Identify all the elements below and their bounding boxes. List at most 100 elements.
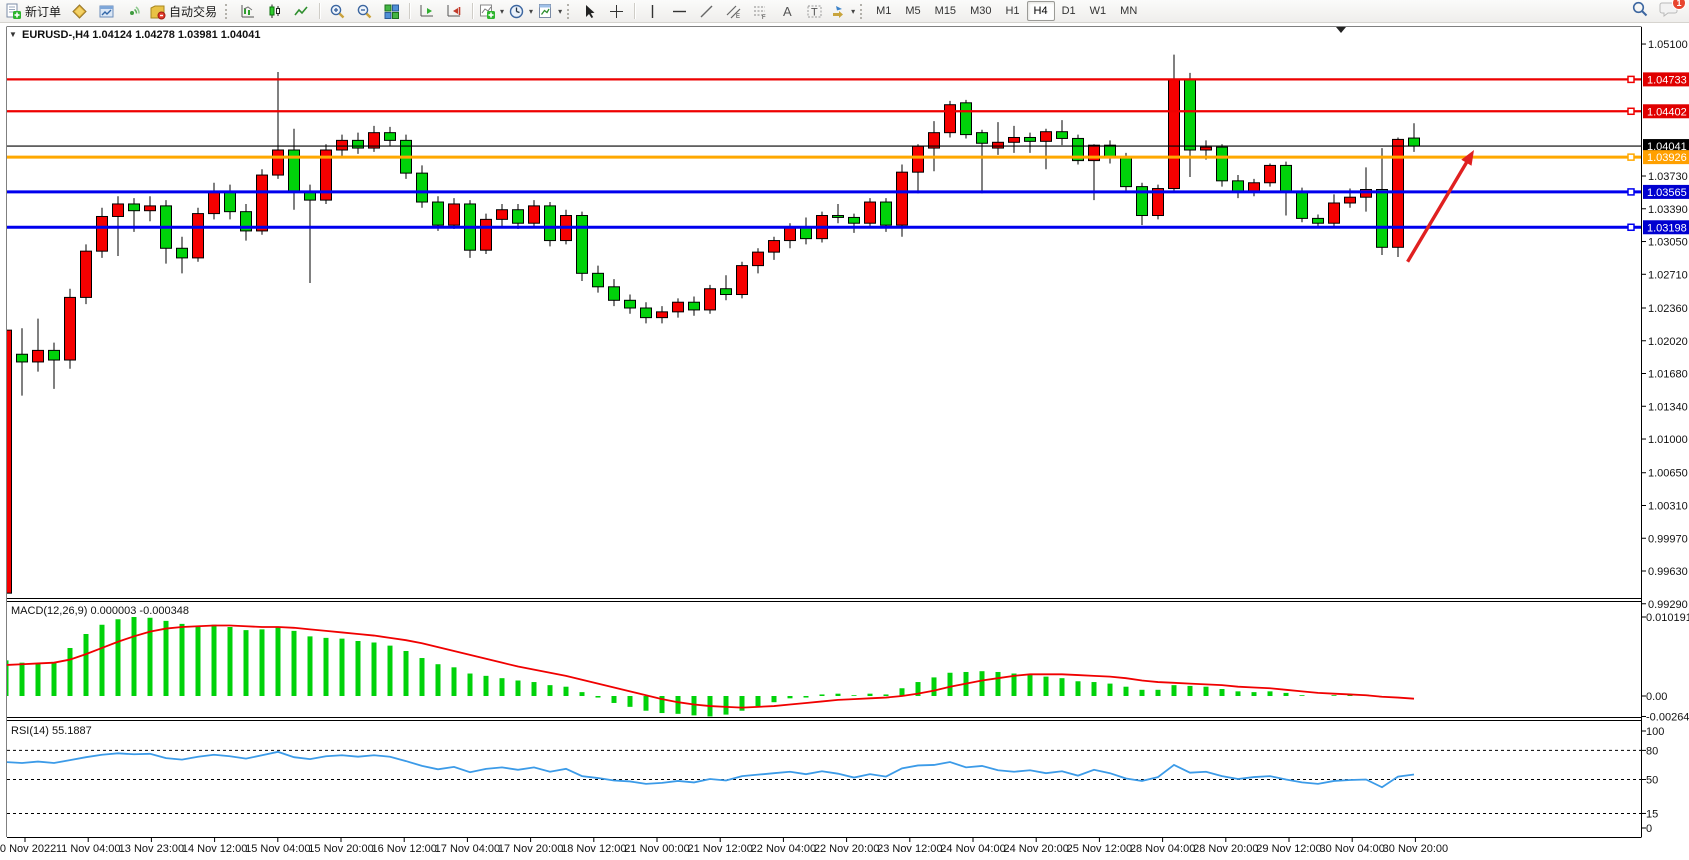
svg-text:11 Nov 04:00: 11 Nov 04:00 [56, 843, 121, 855]
toolbar-grip [567, 4, 571, 19]
candle-body [945, 105, 956, 133]
line-handle[interactable] [1628, 76, 1634, 82]
candle-body [545, 206, 556, 241]
svg-text:1.00650: 1.00650 [1648, 468, 1688, 480]
timeframe-h4[interactable]: H4 [1027, 1, 1055, 21]
candle-body [81, 251, 92, 297]
navigator-icon [98, 3, 115, 20]
notifications-button[interactable]: 1 [1659, 0, 1679, 23]
svg-text:1.03565: 1.03565 [1647, 187, 1687, 199]
candle-body [1217, 147, 1228, 181]
timeframe-m15[interactable]: M15 [928, 1, 963, 21]
auto-scroll-button[interactable] [414, 1, 441, 21]
candle-body [977, 133, 988, 144]
svg-text:13 Nov 23:00: 13 Nov 23:00 [119, 843, 184, 855]
timeframe-d1[interactable]: D1 [1055, 1, 1083, 21]
svg-text:1.03926: 1.03926 [1647, 152, 1687, 164]
trendline-icon [698, 3, 715, 20]
candlestick-chart-icon [266, 3, 283, 20]
svg-text:30 Nov 20:00: 30 Nov 20:00 [1383, 843, 1448, 855]
new-order-button[interactable]: 新订单 [3, 1, 66, 21]
timeframe-m5[interactable]: M5 [898, 1, 927, 21]
candle-body [1201, 147, 1212, 150]
arrows-tool-button[interactable]: ▾ [828, 1, 857, 21]
autotrading-button[interactable]: 自动交易 [147, 1, 222, 21]
svg-text:1.03198: 1.03198 [1647, 222, 1687, 234]
search-icon[interactable] [1631, 0, 1649, 23]
chart-shift-button[interactable] [441, 1, 468, 21]
toolbar-grip [860, 4, 864, 19]
text-label-tool-button[interactable]: T [801, 1, 828, 21]
candle-body [577, 216, 588, 274]
symbol-ohlc-label: EURUSD-,H4 1.04124 1.04278 1.03981 1.040… [22, 29, 261, 41]
candle-body [417, 173, 428, 202]
candle-body [721, 289, 732, 295]
indicators-button[interactable]: ▾ [477, 1, 506, 21]
line-handle[interactable] [1628, 224, 1634, 230]
equidistant-channel-tool-button[interactable]: E [720, 1, 747, 21]
crosshair-tool-button[interactable] [603, 1, 630, 21]
candle-body [129, 204, 140, 211]
signal-button[interactable] [120, 1, 147, 21]
zoom-out-button[interactable] [351, 1, 378, 21]
market-watch-button[interactable] [66, 1, 93, 21]
svg-text:E: E [736, 14, 740, 20]
zoom-in-button[interactable] [324, 1, 351, 21]
svg-text:80: 80 [1646, 745, 1658, 757]
line-chart-button[interactable] [288, 1, 315, 21]
timeframe-m30[interactable]: M30 [963, 1, 998, 21]
svg-text:17 Nov 20:00: 17 Nov 20:00 [498, 843, 563, 855]
periods-button[interactable]: ▾ [506, 1, 535, 21]
chart-window[interactable]: ▼ EURUSD-,H4 1.04124 1.04278 1.03981 1.04… [0, 23, 1689, 860]
vertical-line-tool-button[interactable] [639, 1, 666, 21]
candle-body [497, 210, 508, 220]
candle-body [657, 312, 668, 318]
line-handle[interactable] [1628, 108, 1634, 114]
timeframe-w1[interactable]: W1 [1083, 1, 1114, 21]
candle-body [1265, 165, 1276, 182]
rsi-label: RSI(14) 55.1887 [11, 725, 92, 737]
bar-chart-button[interactable] [234, 1, 261, 21]
chart-title: ▼ EURUSD-,H4 1.04124 1.04278 1.03981 1.04… [9, 29, 261, 41]
timeframe-h1[interactable]: H1 [998, 1, 1026, 21]
svg-text:0.99290: 0.99290 [1648, 599, 1688, 611]
candle-body [993, 142, 1004, 148]
cursor-tool-button[interactable] [576, 1, 603, 21]
horizontal-line-icon [671, 3, 688, 20]
candle-body [273, 150, 284, 175]
navigator-button[interactable] [93, 1, 120, 21]
horizontal-line-tool-button[interactable] [666, 1, 693, 21]
candle-body [737, 266, 748, 295]
svg-text:1.05100: 1.05100 [1648, 39, 1688, 51]
candle-body [1329, 203, 1340, 223]
zoom-in-icon [329, 3, 346, 20]
svg-text:15: 15 [1646, 808, 1658, 820]
collapse-icon: ▼ [9, 30, 17, 39]
tile-windows-button[interactable] [378, 1, 405, 21]
svg-text:0.99970: 0.99970 [1648, 533, 1688, 545]
bar-chart-icon [239, 3, 256, 20]
fibonacci-tool-button[interactable]: F [747, 1, 774, 21]
candlestick-chart-button[interactable] [261, 1, 288, 21]
svg-text:F: F [762, 15, 766, 20]
candle-body [801, 227, 812, 239]
candle-body [33, 350, 44, 362]
text-tool-button[interactable]: A [774, 1, 801, 21]
timeframe-m1[interactable]: M1 [869, 1, 898, 21]
svg-text:50: 50 [1646, 775, 1658, 787]
candle-body [897, 172, 908, 225]
macd-label: MACD(12,26,9) 0.000003 -0.000348 [11, 605, 189, 617]
svg-text:1.02710: 1.02710 [1648, 269, 1688, 281]
line-handle[interactable] [1628, 154, 1634, 160]
candle-body [1121, 158, 1132, 187]
templates-button[interactable]: ▾ [535, 1, 564, 21]
mt4-application: { "toolbar": { "new_order_label": "新订单",… [0, 0, 1689, 860]
svg-text:18 Nov 12:00: 18 Nov 12:00 [561, 843, 626, 855]
toolbar-grip [225, 4, 229, 19]
candle-body [113, 204, 124, 217]
new-order-label: 新订单 [25, 3, 64, 20]
line-handle[interactable] [1628, 189, 1634, 195]
timeframe-mn[interactable]: MN [1113, 1, 1144, 21]
svg-text:29 Nov 12:00: 29 Nov 12:00 [1256, 843, 1321, 855]
trendline-tool-button[interactable] [693, 1, 720, 21]
